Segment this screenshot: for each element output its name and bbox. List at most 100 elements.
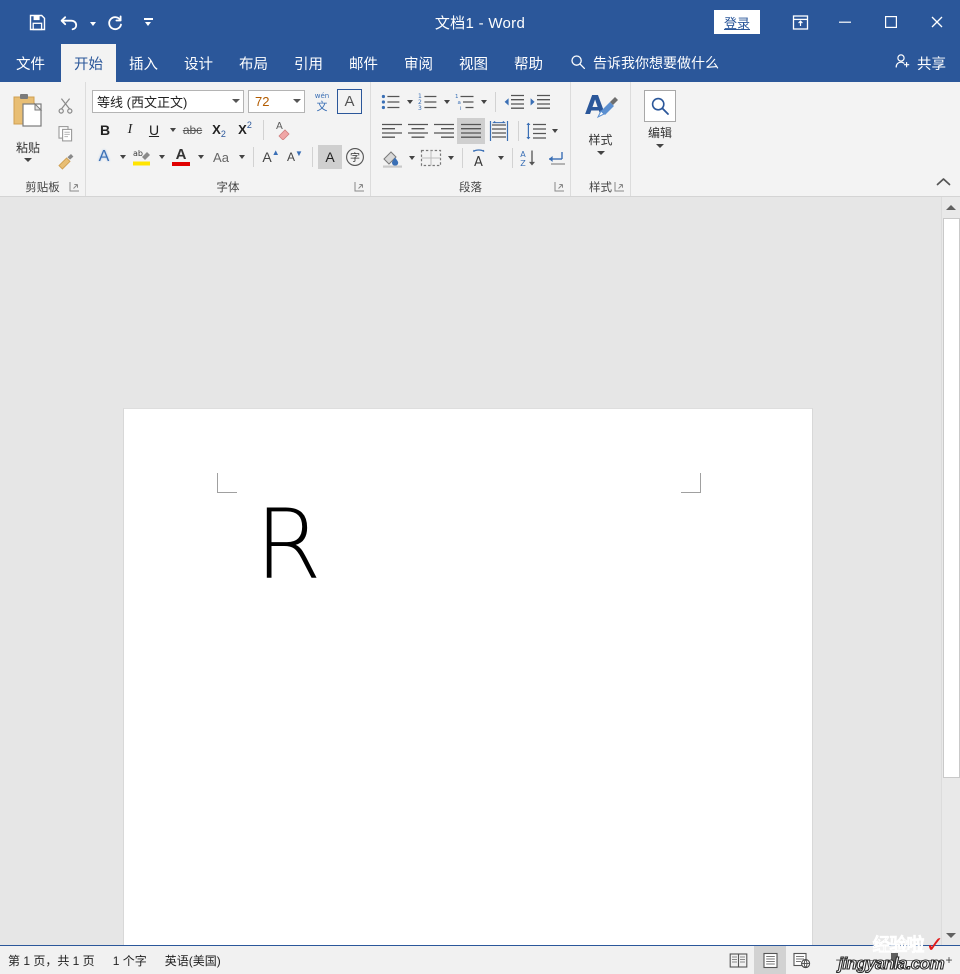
tab-design[interactable]: 设计 — [171, 44, 226, 82]
redo-icon[interactable] — [101, 7, 131, 37]
change-case-icon[interactable]: Aa — [207, 145, 235, 169]
tab-review[interactable]: 审阅 — [391, 44, 446, 82]
text-effects-dropdown-icon[interactable] — [116, 145, 129, 169]
cut-icon[interactable] — [53, 94, 77, 116]
strikethrough-icon[interactable]: abc — [179, 118, 206, 142]
paragraph-dialog-launcher[interactable] — [554, 181, 566, 193]
tab-file[interactable]: 文件 — [0, 44, 61, 82]
font-color-dropdown-icon[interactable] — [194, 145, 207, 169]
zoom-slider-handle[interactable] — [891, 953, 898, 968]
line-spacing-icon[interactable] — [524, 119, 548, 143]
close-icon[interactable] — [914, 0, 960, 44]
font-size-combobox[interactable]: 72 — [248, 89, 305, 113]
font-name-dropdown-icon[interactable] — [228, 91, 243, 112]
enclose-characters-icon[interactable]: 字 — [342, 145, 368, 169]
change-case-dropdown-icon[interactable] — [235, 145, 248, 169]
font-color-icon[interactable]: A — [168, 145, 194, 169]
scroll-down-icon[interactable] — [942, 925, 960, 945]
align-left-icon[interactable] — [379, 119, 405, 143]
sort-icon[interactable]: AZ — [518, 146, 544, 170]
document-text[interactable]: R — [255, 497, 322, 593]
text-effects-icon[interactable]: A — [92, 145, 116, 169]
increase-indent-icon[interactable] — [527, 90, 553, 114]
page-info[interactable]: 第 1 页，共 1 页 — [8, 952, 95, 969]
sign-in-button[interactable]: 登录 — [713, 10, 760, 34]
zoom-out-button[interactable]: − — [828, 946, 850, 974]
clipboard-dialog-launcher[interactable] — [69, 181, 81, 193]
italic-icon[interactable]: I — [118, 118, 142, 142]
justify-icon[interactable] — [457, 117, 485, 144]
document-page[interactable]: R — [123, 408, 813, 945]
distributed-icon[interactable] — [485, 118, 513, 144]
paste-dropdown-icon[interactable] — [24, 158, 32, 162]
vertical-scrollbar[interactable] — [941, 197, 960, 945]
font-dialog-launcher[interactable] — [354, 181, 366, 193]
bold-icon[interactable]: B — [92, 118, 118, 142]
shading-icon[interactable] — [379, 146, 405, 170]
paste-button[interactable]: 粘贴 — [4, 88, 52, 162]
grow-font-icon[interactable]: A ▲ — [259, 145, 283, 169]
tab-home[interactable]: 开始 — [61, 44, 116, 82]
editing-button[interactable]: 编辑 — [636, 88, 684, 148]
numbering-icon[interactable]: 123 — [416, 90, 440, 114]
clear-formatting-icon[interactable]: A — [269, 118, 295, 142]
tell-me-search[interactable]: 告诉我你想要做什么 — [570, 44, 719, 82]
show-formatting-marks-icon[interactable] — [544, 146, 570, 170]
bullets-dropdown-icon[interactable] — [403, 90, 416, 114]
print-layout-icon[interactable] — [754, 946, 786, 974]
character-shading-icon[interactable]: A — [318, 145, 342, 169]
share-button[interactable]: 共享 — [894, 44, 946, 82]
bullets-icon[interactable] — [379, 90, 403, 114]
scroll-up-icon[interactable] — [942, 197, 960, 217]
shrink-font-icon[interactable]: A ▼ — [283, 145, 307, 169]
zoom-in-button[interactable]: + — [938, 946, 960, 974]
undo-icon[interactable] — [54, 7, 84, 37]
save-icon[interactable] — [22, 7, 52, 37]
tab-references[interactable]: 引用 — [281, 44, 336, 82]
align-center-icon[interactable] — [405, 119, 431, 143]
shading-dropdown-icon[interactable] — [405, 146, 418, 170]
editing-dropdown-icon[interactable] — [656, 144, 664, 148]
numbering-dropdown-icon[interactable] — [440, 90, 453, 114]
scrollbar-thumb[interactable] — [943, 218, 960, 778]
phonetic-guide-icon[interactable]: wén 文 — [310, 89, 334, 113]
line-spacing-dropdown-icon[interactable] — [548, 119, 561, 143]
styles-dialog-launcher[interactable] — [614, 181, 626, 193]
font-name-combobox[interactable]: 等线 (西文正文) — [92, 89, 244, 113]
subscript-icon[interactable]: X2 — [206, 118, 232, 142]
chevron-up-icon[interactable] — [934, 173, 952, 191]
minimize-icon[interactable] — [822, 0, 868, 44]
phonetic-guide-dropdown-icon[interactable] — [494, 146, 507, 170]
multilevel-list-dropdown-icon[interactable] — [477, 90, 490, 114]
read-mode-icon[interactable] — [722, 946, 754, 974]
text-highlight-icon[interactable]: ab — [129, 145, 155, 169]
ribbon-display-options-icon[interactable] — [778, 0, 822, 44]
font-size-dropdown-icon[interactable] — [289, 91, 304, 112]
tab-view[interactable]: 视图 — [446, 44, 501, 82]
styles-button[interactable]: A 样式 — [576, 88, 625, 155]
web-layout-icon[interactable] — [786, 946, 818, 974]
maximize-icon[interactable] — [868, 0, 914, 44]
customize-quick-access-icon[interactable] — [137, 7, 159, 37]
text-highlight-dropdown-icon[interactable] — [155, 145, 168, 169]
copy-icon[interactable] — [53, 122, 77, 144]
format-painter-icon[interactable] — [53, 150, 77, 172]
language-status[interactable]: 英语(美国) — [165, 952, 221, 969]
superscript-icon[interactable]: X2 — [232, 118, 258, 142]
tab-help[interactable]: 帮助 — [501, 44, 556, 82]
word-count[interactable]: 1 个字 — [113, 952, 147, 969]
character-border-icon[interactable]: A — [337, 88, 362, 114]
align-right-icon[interactable] — [431, 119, 457, 143]
tab-layout[interactable]: 布局 — [226, 44, 281, 82]
borders-dropdown-icon[interactable] — [444, 146, 457, 170]
phonetic-guide-paragraph-icon[interactable]: A — [468, 146, 494, 170]
underline-dropdown-icon[interactable] — [166, 118, 179, 142]
tab-mailings[interactable]: 邮件 — [336, 44, 391, 82]
underline-icon[interactable]: U — [142, 118, 166, 142]
undo-dropdown-icon[interactable] — [86, 7, 99, 37]
decrease-indent-icon[interactable] — [501, 90, 527, 114]
borders-icon[interactable] — [418, 146, 444, 170]
multilevel-list-icon[interactable]: 1ai — [453, 90, 477, 114]
styles-dropdown-icon[interactable] — [596, 151, 605, 155]
zoom-slider[interactable] — [850, 946, 938, 974]
